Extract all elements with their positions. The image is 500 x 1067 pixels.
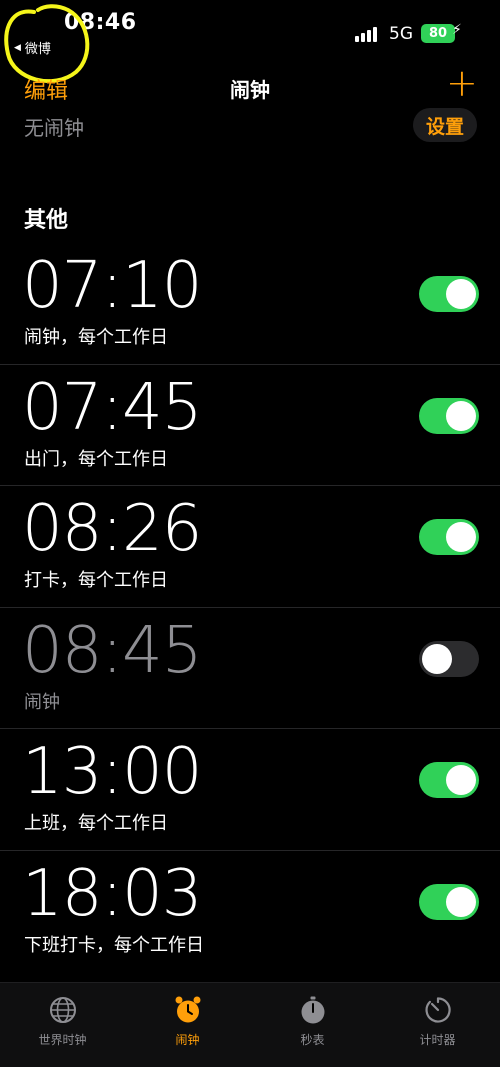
alarm-time: 07:10: [22, 249, 202, 323]
section-header-other: 其他: [24, 208, 69, 233]
stopwatch-icon: [298, 995, 328, 1025]
alarm-label: 出门，每个工作日: [24, 448, 168, 470]
alarm-toggle[interactable]: [419, 397, 479, 434]
alarm-toggle[interactable]: [419, 519, 479, 555]
sleep-alarm-row: 无闹钟 设置: [0, 108, 500, 144]
alarm-row[interactable]: 08:45 闹钟: [0, 608, 500, 729]
tab-timer[interactable]: 计时器: [375, 983, 500, 1067]
timer-icon: [423, 995, 453, 1025]
alarm-toggle[interactable]: [419, 883, 479, 920]
toggle-knob: [446, 279, 476, 309]
tab-world-clock[interactable]: 世界时钟: [0, 983, 125, 1067]
add-alarm-button[interactable]: +: [446, 64, 478, 102]
toggle-knob: [446, 765, 476, 795]
alarm-time: 08:45: [22, 613, 202, 688]
globe-icon: [48, 995, 78, 1025]
status-bar: 08:46 ◀ 微博 5G 80 ⚡: [0, 0, 500, 83]
alarm-row[interactable]: 07:45 出门，每个工作日: [0, 365, 500, 486]
alarm-clock-icon: [173, 995, 203, 1025]
alarm-row[interactable]: 07:10 闹钟，每个工作日: [0, 243, 500, 365]
cellular-signal-icon: [355, 27, 377, 42]
alarm-label: 闹钟: [24, 691, 60, 713]
tab-label: 闹钟: [175, 1033, 200, 1047]
network-type: 5G: [389, 24, 413, 44]
alarm-toggle[interactable]: [419, 276, 479, 312]
alarm-time: 18:03: [22, 856, 202, 931]
sleep-alarm-label: 无闹钟: [24, 116, 84, 140]
alarm-time: 08:26: [22, 492, 202, 566]
tab-stopwatch[interactable]: 秒表: [250, 983, 375, 1067]
toggle-knob: [446, 400, 476, 431]
charging-bolt-icon: ⚡: [452, 22, 462, 38]
sleep-setup-button[interactable]: 设置: [413, 108, 477, 142]
tab-label: 计时器: [419, 1033, 456, 1047]
alarm-row[interactable]: 13:00 上班，每个工作日: [0, 729, 500, 851]
alarm-row[interactable]: 08:26 打卡，每个工作日: [0, 486, 500, 608]
navigation-bar: 编辑 闹钟 +: [0, 64, 500, 112]
alarm-list: 07:10 闹钟，每个工作日 07:45 出门，每个工作日 08:26 打卡，每…: [0, 243, 500, 972]
alarm-time: 13:00: [22, 735, 202, 809]
toggle-knob: [446, 522, 476, 552]
page-title: 闹钟: [230, 78, 270, 102]
alarm-toggle[interactable]: [419, 640, 479, 677]
toggle-knob: [446, 886, 476, 917]
battery-level: 80: [428, 26, 448, 41]
tab-label: 秒表: [300, 1033, 325, 1047]
tab-alarm[interactable]: 闹钟: [125, 983, 250, 1067]
alarm-row[interactable]: 18:03 下班打卡，每个工作日: [0, 851, 500, 973]
tab-bar: 世界时钟 闹钟 秒表 计时器: [0, 982, 500, 1067]
alarm-label: 打卡，每个工作日: [24, 570, 168, 591]
alarm-time: 07:45: [22, 370, 202, 445]
battery-icon: 80: [421, 24, 455, 43]
alarm-label: 下班打卡，每个工作日: [24, 934, 204, 956]
alarm-toggle[interactable]: [419, 762, 479, 798]
alarm-label: 上班，每个工作日: [24, 813, 168, 834]
tab-label: 世界时钟: [38, 1033, 87, 1047]
alarm-label: 闹钟，每个工作日: [24, 327, 168, 348]
toggle-knob: [422, 643, 452, 674]
